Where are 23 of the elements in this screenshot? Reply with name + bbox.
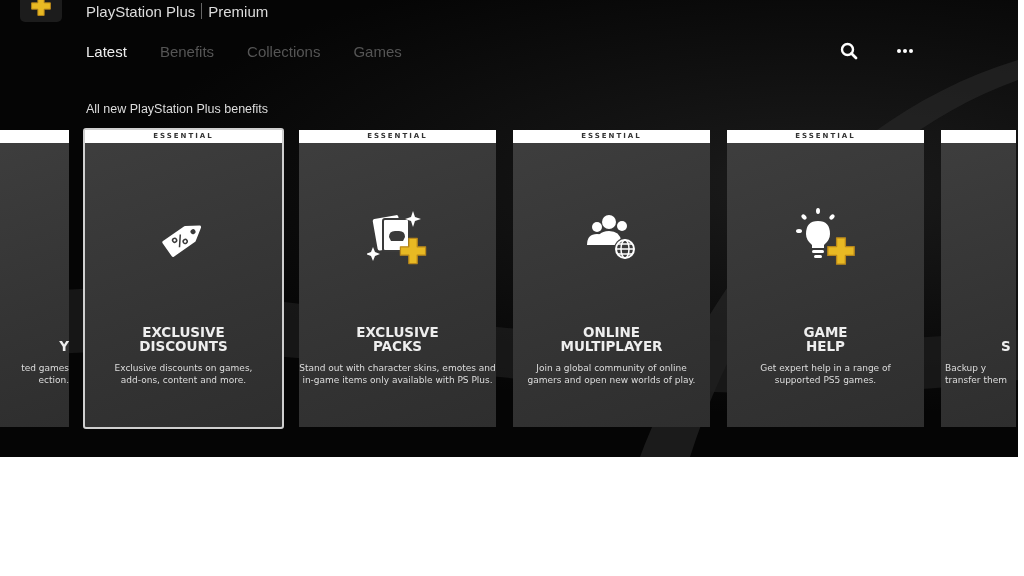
search-button[interactable] [840, 42, 858, 60]
nav-tab[interactable]: Latest [86, 42, 127, 60]
card-title: Y [59, 337, 69, 353]
benefit-card[interactable]: S Backup y transfer them [941, 130, 1016, 427]
plus-icon [30, 0, 52, 17]
card-description: Exclusive discounts on games, add-ons, content and more. [114, 362, 253, 386]
card-description: Join a global community of online gamers and open new worlds of play. [527, 362, 696, 386]
tier-bar [0, 130, 69, 143]
card-title: EXCLUSIVE DISCOUNTS [139, 325, 228, 353]
card-description: Stand out with character skins, emotes and in-game items only available with PS Plus. [299, 362, 496, 386]
cards-plus-icon [366, 209, 429, 267]
plan-name: Premium [208, 2, 269, 20]
card-title: GAME HELP [803, 325, 848, 353]
card-title: S [1000, 337, 1011, 353]
more-button[interactable] [896, 48, 914, 54]
app-title: PlayStation Plus [86, 2, 196, 20]
card-title: EXCLUSIVE PACKS [356, 325, 439, 353]
card-title: ONLINE MULTIPLAYER [560, 325, 663, 353]
card-description: Get expert help in a range of supported PS5 games. [760, 362, 891, 386]
card-description: ted games ection. [21, 362, 69, 386]
section-title: All new PlayStation Plus benefits [86, 102, 270, 116]
card-description: Backup y transfer them [944, 362, 1007, 386]
benefit-card[interactable]: Y ted games ection. [0, 130, 69, 427]
